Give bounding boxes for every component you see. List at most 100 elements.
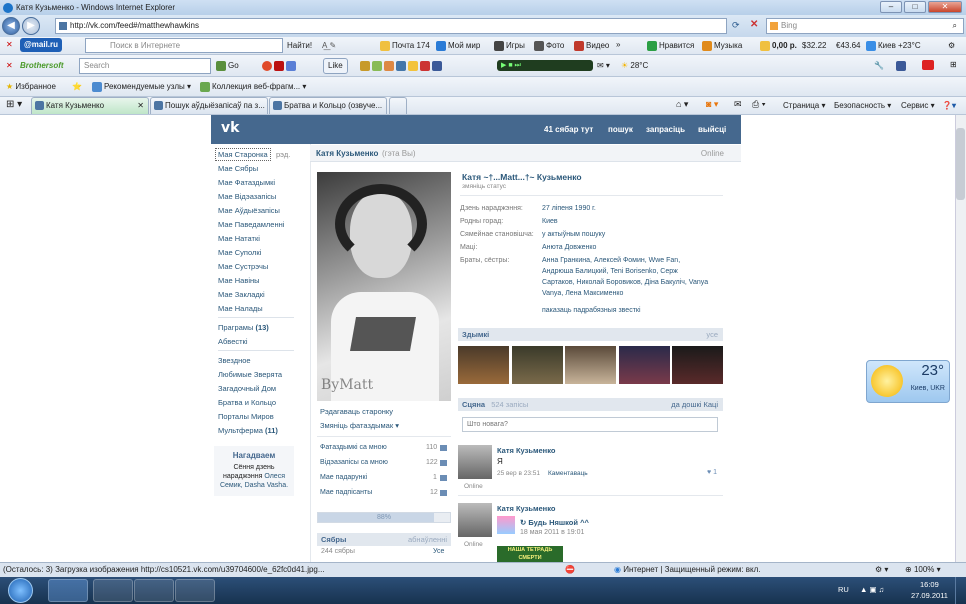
post-avatar[interactable] <box>458 503 492 537</box>
menu-apps[interactable]: Праграмы (13) <box>218 323 269 332</box>
photo-thumb[interactable] <box>458 346 509 384</box>
app-portaly[interactable]: Порталы Миров <box>218 412 274 421</box>
add-favorite-icon[interactable]: ⭐ <box>72 80 82 94</box>
taskbar-ie-icon[interactable] <box>48 579 88 602</box>
chevron-more-icon[interactable]: » <box>616 38 620 52</box>
taskbar-firefox-icon[interactable] <box>134 579 174 602</box>
mailru-search-input[interactable]: Поиск в Интернете <box>85 38 283 53</box>
counter-subscribers-label[interactable]: Мае падпісанты <box>320 489 372 496</box>
siblings-line[interactable]: Сартаков, Николай Боровиков, Дiна Бакулі… <box>542 279 708 286</box>
clock-date[interactable]: 27.09.2011 <box>911 591 948 600</box>
counter-videos-label[interactable]: Відэазапісы са мною <box>320 459 388 466</box>
nav-search[interactable]: пошук <box>608 125 633 134</box>
group-avatar[interactable] <box>497 516 515 534</box>
menu-friends[interactable]: Мае Сябры <box>218 164 258 173</box>
photo-thumb[interactable] <box>512 346 563 384</box>
menu-events[interactable]: Мае Сустрэчы <box>218 262 268 271</box>
money-link[interactable]: 0,00 р. <box>760 39 797 53</box>
show-desktop-button[interactable] <box>955 577 966 604</box>
tab-bratva[interactable]: Братва и Кольцо (озвуче... <box>269 97 387 114</box>
wall-title[interactable]: Сцяна <box>462 400 485 409</box>
menu-edit-link[interactable]: рэд. <box>276 150 290 159</box>
post-like[interactable]: ♥ 1 <box>707 469 717 476</box>
media-player-widget[interactable]: ▶ ■ ⏭ <box>497 60 593 71</box>
menu-videos[interactable]: Мае Відэазапісы <box>218 192 276 201</box>
change-status-link[interactable]: змяніць статус <box>462 183 506 190</box>
video-link[interactable]: Видео <box>574 39 609 53</box>
siblings-line[interactable]: Андрюша Балицкий, Teni Borisenko, Серж <box>542 268 678 275</box>
mailru-logo[interactable]: @mail.ru <box>20 38 63 52</box>
tab-audio-search[interactable]: Пошук аўдыёзапісаў па з... <box>150 97 268 114</box>
close-toolbar-icon[interactable]: ✕ <box>6 59 13 73</box>
protected-mode-icon[interactable]: ⚙ ▾ <box>875 563 888 577</box>
menu-messages[interactable]: Мае Паведамленні <box>218 220 284 229</box>
menu-bookmarks[interactable]: Мае Закладкі <box>218 290 265 299</box>
post-author[interactable]: Катя Кузьменко <box>497 504 555 513</box>
weather-link[interactable]: Киев +23°С <box>866 39 921 53</box>
safety-menu[interactable]: Безопасность ▾ <box>834 99 891 113</box>
mail-envelope-icon[interactable]: ✉ ▾ <box>597 59 610 73</box>
mail-link[interactable]: Почта 174 <box>380 39 430 53</box>
refresh-icon[interactable]: ⟳ <box>732 20 740 31</box>
relationship-value[interactable]: у актыўным пошуку <box>542 231 605 238</box>
more-icon[interactable]: ⊞ <box>950 58 957 72</box>
post-author[interactable]: Катя Кузьменко <box>497 446 555 455</box>
weather-gadget[interactable]: 23° Киев, UKR <box>866 360 950 403</box>
photos-all-link[interactable]: усе <box>706 328 718 341</box>
new-tab-button[interactable] <box>389 97 407 114</box>
favorites-button[interactable]: ★ Избранное <box>6 80 56 94</box>
close-toolbar-icon[interactable]: ✕ <box>6 38 13 52</box>
menu-my-page[interactable]: Мая Старонка <box>215 148 271 161</box>
vk-logo[interactable]: vk <box>221 120 239 136</box>
bing-search-input[interactable]: Bing ⌕ <box>766 18 964 34</box>
menu-settings[interactable]: Мае Налады <box>218 304 263 313</box>
post-date[interactable]: 25 вер в 23:51 <box>497 470 540 477</box>
taskbar-explorer-icon[interactable] <box>93 579 133 602</box>
popup-blocker-icon[interactable]: ⛔ <box>565 563 575 577</box>
security-zone[interactable]: ◉ Интернет | Защищенный режим: вкл. <box>614 563 761 577</box>
web-slice-gallery-link[interactable]: Коллекция веб-фрагм... ▾ <box>200 80 306 94</box>
music-link[interactable]: Музыка <box>702 39 742 53</box>
app-multferma[interactable]: Мультферма (11) <box>218 426 278 435</box>
post-comment-link[interactable]: Каментаваць <box>548 470 588 477</box>
settings-icon[interactable]: ⚙ <box>948 39 955 53</box>
wall-add-link[interactable]: да дошкі Каці <box>671 398 718 411</box>
app-icons-group[interactable] <box>262 59 298 73</box>
forward-button[interactable]: ▶ <box>22 17 40 35</box>
photo-thumb[interactable] <box>565 346 616 384</box>
siblings-line[interactable]: Vanya, Лена Максименко <box>542 290 623 297</box>
nav-logout[interactable]: выйсці <box>698 125 726 134</box>
tab-kuzmenko[interactable]: Катя Кузьменко ✕ <box>31 97 149 114</box>
photo-link[interactable]: Фото <box>534 39 564 53</box>
minimize-button[interactable]: – <box>880 1 902 13</box>
group-name[interactable]: ↻ Будь Няшкой ^^ <box>520 518 589 527</box>
post-date[interactable]: 18 мая 2011 в 19:01 <box>520 529 584 536</box>
friends-title[interactable]: Сябры <box>321 535 346 544</box>
counter-gifts-label[interactable]: Мае падарункі <box>320 474 367 481</box>
eur-rate[interactable]: €43.64 <box>836 39 860 53</box>
start-button[interactable] <box>8 578 33 603</box>
quick-tabs-icon[interactable]: ⊞ ▾ <box>6 99 22 110</box>
print-icon[interactable]: ⎙ ▾ <box>752 99 765 110</box>
rss-icon[interactable]: ◙ ▾ <box>706 99 718 110</box>
friends-all-link[interactable]: Усе <box>433 548 444 555</box>
back-button[interactable]: ◀ <box>2 17 20 35</box>
post-banner[interactable]: НАША ТЕТРАДЬ СМЕРТИ <box>497 546 563 562</box>
page-menu[interactable]: Страница ▾ <box>783 99 826 113</box>
siblings-line[interactable]: Анна Гранкина, Алексей Фомин, Wwe Fan, <box>542 257 680 264</box>
brothersoft-logo[interactable]: Brothersoft <box>20 59 64 73</box>
menu-news[interactable]: Мае Навіны <box>218 276 260 285</box>
menu-ads[interactable]: Абвесткі <box>218 337 248 346</box>
brothersoft-search-input[interactable]: Search <box>79 58 211 74</box>
myworld-link[interactable]: Мой мир <box>436 39 480 53</box>
friends-updates-link[interactable]: абнаўленні <box>408 533 447 546</box>
youtube-icon[interactable] <box>922 58 936 72</box>
hometown-value[interactable]: Киев <box>542 218 558 225</box>
read-mail-icon[interactable]: ✉ <box>734 99 742 110</box>
text-tools-icon[interactable]: A͟ ✎ <box>322 39 336 53</box>
app-zvezdnoe[interactable]: Звездное <box>218 356 251 365</box>
stop-icon[interactable]: ✕ <box>750 19 758 30</box>
nav-friends-online[interactable]: 41 сябар тут <box>544 125 593 134</box>
scrollbar-thumb[interactable] <box>956 128 965 200</box>
menu-audio[interactable]: Мае Аўдыёзапісы <box>218 206 280 215</box>
